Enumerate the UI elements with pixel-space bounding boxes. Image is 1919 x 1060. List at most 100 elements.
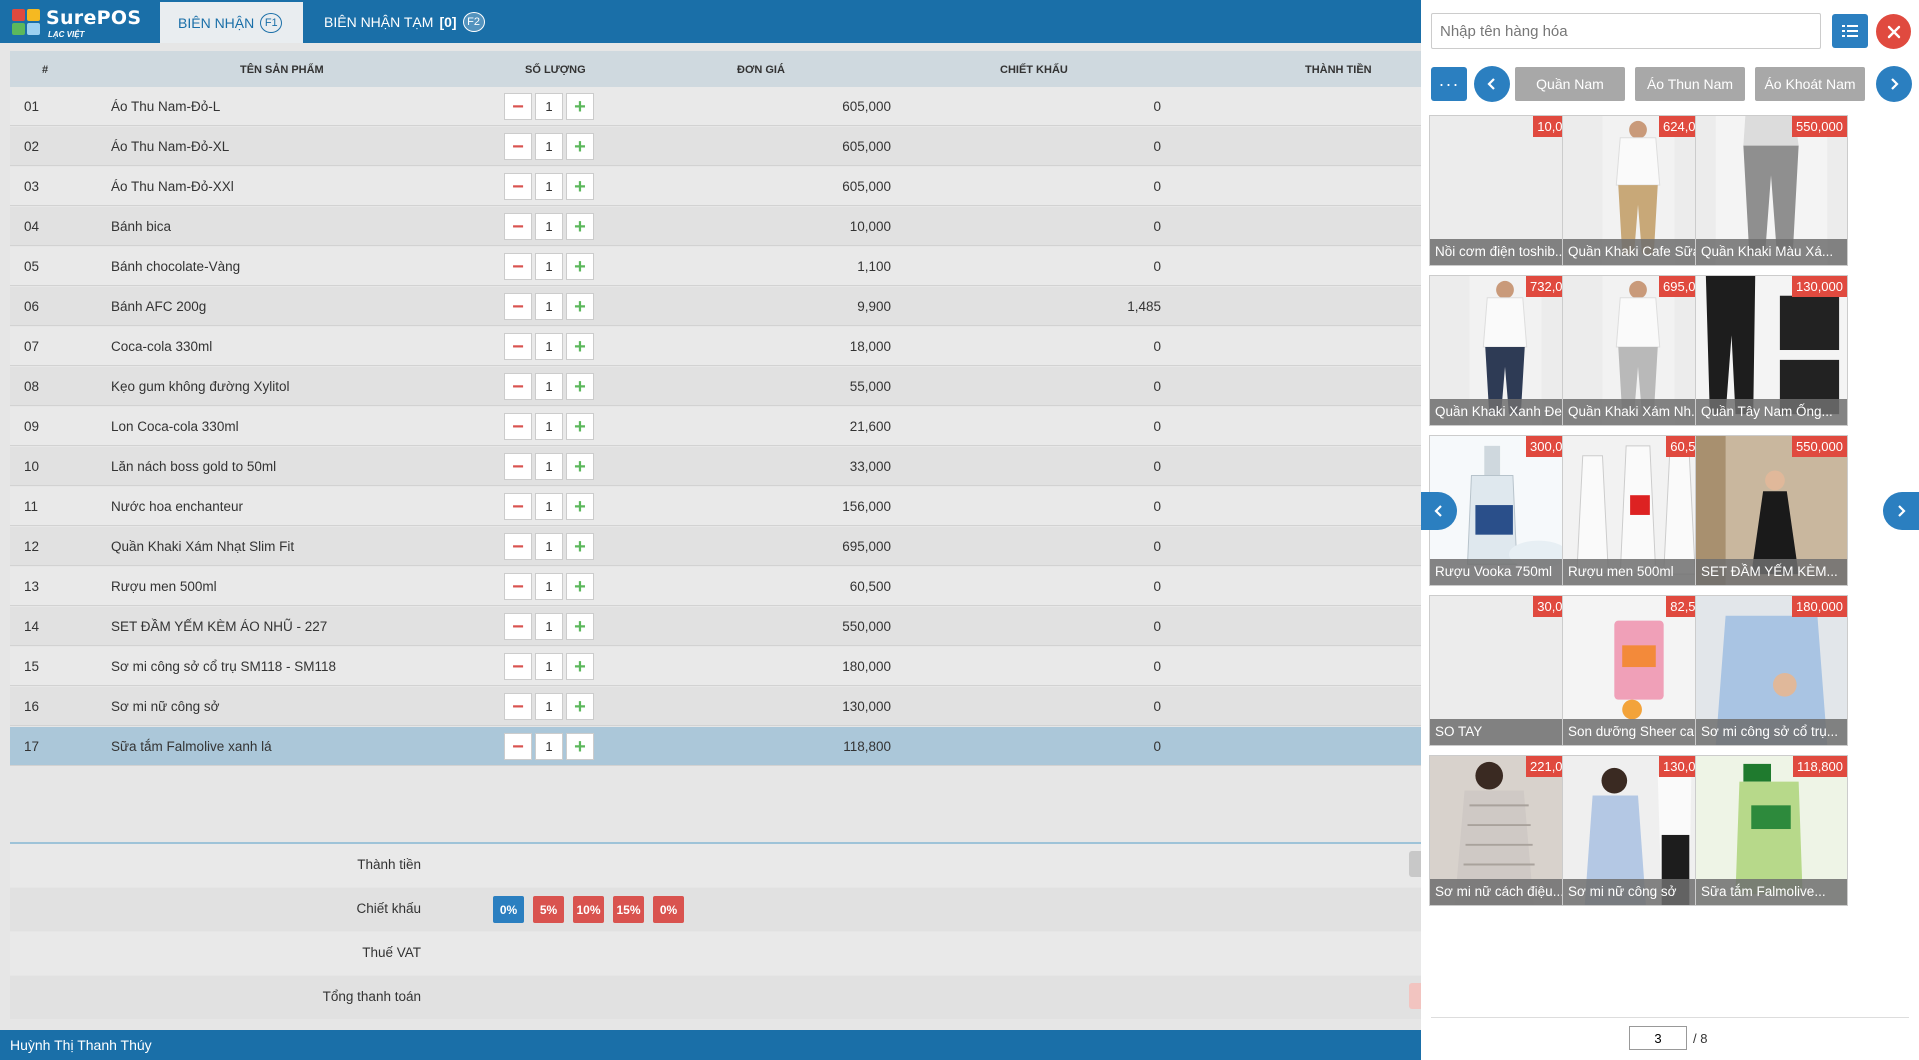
table-row[interactable]: 15 Sơ mi công sở cổ trụ SM118 - SM118−1 +1… (10, 647, 1421, 686)
more-categories-button[interactable]: ··· (1431, 67, 1467, 101)
category-ao-khoat-nam[interactable]: Áo Khoát Nam (1755, 67, 1865, 101)
increase-qty-button[interactable]: + (566, 493, 594, 520)
discount-option-button[interactable]: 5% (533, 896, 564, 923)
quantity-value[interactable]: 1 (535, 573, 563, 600)
increase-qty-button[interactable]: + (566, 693, 594, 720)
grid-next-page-button[interactable] (1883, 492, 1919, 530)
table-row[interactable]: 03 Áo Thu Nam-Đỏ-XXl −1 +605,000 0 (10, 167, 1421, 206)
product-tile[interactable]: 732,000 Quần Khaki Xanh Đe... (1429, 275, 1582, 426)
discount-option-button[interactable]: 0% (653, 896, 684, 923)
product-tile[interactable]: 10,000 Nồi cơm điện toshib... (1429, 115, 1582, 266)
product-tile[interactable]: 695,000 Quần Khaki Xám Nh... (1562, 275, 1715, 426)
table-row[interactable]: 10 Lăn nách boss gold to 50ml −1 +33,000 0 (10, 447, 1421, 486)
table-row[interactable]: 09 Lon Coca-cola 330ml −1 +21,600 0 (10, 407, 1421, 446)
increase-qty-button[interactable]: + (566, 133, 594, 160)
list-view-button[interactable] (1832, 14, 1868, 48)
increase-qty-button[interactable]: + (566, 653, 594, 680)
decrease-qty-button[interactable]: − (504, 693, 532, 720)
decrease-qty-button[interactable]: − (504, 733, 532, 760)
increase-qty-button[interactable]: + (566, 613, 594, 640)
increase-qty-button[interactable]: + (566, 213, 594, 240)
quantity-value[interactable]: 1 (535, 613, 563, 640)
tab-bien-nhan[interactable]: BIÊN NHẬN F1 (160, 2, 303, 43)
decrease-qty-button[interactable]: − (504, 333, 532, 360)
quantity-value[interactable]: 1 (535, 493, 563, 520)
quantity-value[interactable]: 1 (535, 253, 563, 280)
table-row[interactable]: 08 Kẹo gum không đường Xylitol −1 +55,000 0 (10, 367, 1421, 406)
decrease-qty-button[interactable]: − (504, 453, 532, 480)
product-search-input[interactable] (1431, 13, 1821, 49)
decrease-qty-button[interactable]: − (504, 373, 532, 400)
table-row[interactable]: 07 Coca-cola 330ml −1 +18,000 0 (10, 327, 1421, 366)
increase-qty-button[interactable]: + (566, 733, 594, 760)
close-panel-button[interactable] (1876, 14, 1911, 49)
category-next-button[interactable] (1876, 66, 1912, 102)
quantity-value[interactable]: 1 (535, 453, 563, 480)
quantity-value[interactable]: 1 (535, 733, 563, 760)
table-row[interactable]: 02 Áo Thu Nam-Đỏ-XL −1 +605,000 0 (10, 127, 1421, 166)
table-row[interactable]: 01 Áo Thu Nam-Đỏ-L −1 +605,000 0 (10, 87, 1421, 126)
quantity-value[interactable]: 1 (535, 693, 563, 720)
quantity-value[interactable]: 1 (535, 213, 563, 240)
discount-option-button[interactable]: 10% (573, 896, 604, 923)
quantity-value[interactable]: 1 (535, 653, 563, 680)
quantity-value[interactable]: 1 (535, 293, 563, 320)
table-row[interactable]: 05 Bánh chocolate-Vàng −1 +1,100 0 (10, 247, 1421, 286)
increase-qty-button[interactable]: + (566, 573, 594, 600)
product-tile[interactable]: 550,000 SET ĐẦM YẾM KÈM... (1695, 435, 1848, 586)
increase-qty-button[interactable]: + (566, 333, 594, 360)
category-ao-thun-nam[interactable]: Áo Thun Nam (1635, 67, 1745, 101)
product-tile[interactable]: 118,800 Sữa tắm Falmolive... (1695, 755, 1848, 906)
quantity-value[interactable]: 1 (535, 413, 563, 440)
decrease-qty-button[interactable]: − (504, 293, 532, 320)
increase-qty-button[interactable]: + (566, 533, 594, 560)
product-tile[interactable]: 30,000 SO TAY (1429, 595, 1582, 746)
table-row[interactable]: 11 Nước hoa enchanteur −1 +156,000 0 (10, 487, 1421, 526)
discount-option-button[interactable]: 15% (613, 896, 644, 923)
decrease-qty-button[interactable]: − (504, 213, 532, 240)
increase-qty-button[interactable]: + (566, 453, 594, 480)
product-tile[interactable]: 60,500 Rượu men 500ml (1562, 435, 1715, 586)
increase-qty-button[interactable]: + (566, 293, 594, 320)
table-row[interactable]: 16 Sơ mi nữ công sở −1 +130,000 0 (10, 687, 1421, 726)
decrease-qty-button[interactable]: − (504, 93, 532, 120)
increase-qty-button[interactable]: + (566, 253, 594, 280)
decrease-qty-button[interactable]: − (504, 173, 532, 200)
quantity-value[interactable]: 1 (535, 93, 563, 120)
table-row[interactable]: 06 Bánh AFC 200g −1 +9,900 1,485 (10, 287, 1421, 326)
product-tile[interactable]: 624,000 Quần Khaki Cafe Sữa... (1562, 115, 1715, 266)
decrease-qty-button[interactable]: − (504, 613, 532, 640)
decrease-qty-button[interactable]: − (504, 573, 532, 600)
product-tile[interactable]: 550,000 Quần Khaki Màu Xá... (1695, 115, 1848, 266)
quantity-value[interactable]: 1 (535, 533, 563, 560)
product-tile[interactable]: 180,000 Sơ mi công sở cổ trụ... (1695, 595, 1848, 746)
product-tile[interactable]: 82,500 Son dưỡng Sheer cam (1562, 595, 1715, 746)
increase-qty-button[interactable]: + (566, 373, 594, 400)
decrease-qty-button[interactable]: − (504, 653, 532, 680)
product-tile[interactable]: 221,000 Sơ mi nữ cách điệu... (1429, 755, 1582, 906)
decrease-qty-button[interactable]: − (504, 133, 532, 160)
table-row[interactable]: 14 SET ĐẦM YẾM KÈM ÁO NHŨ - 227−1 +550,000… (10, 607, 1421, 646)
quantity-value[interactable]: 1 (535, 333, 563, 360)
increase-qty-button[interactable]: + (566, 413, 594, 440)
table-row[interactable]: 04 Bánh bica −1 +10,000 0 (10, 207, 1421, 246)
table-row[interactable]: 12 Quần Khaki Xám Nhạt Slim Fit −1 +695,000… (10, 527, 1421, 566)
decrease-qty-button[interactable]: − (504, 413, 532, 440)
product-tile[interactable]: 130,000 Quần Tây Nam Ống... (1695, 275, 1848, 426)
increase-qty-button[interactable]: + (566, 173, 594, 200)
decrease-qty-button[interactable]: − (504, 493, 532, 520)
quantity-value[interactable]: 1 (535, 133, 563, 160)
increase-qty-button[interactable]: + (566, 93, 594, 120)
category-prev-button[interactable] (1474, 66, 1510, 102)
discount-option-button[interactable]: 0% (493, 896, 524, 923)
decrease-qty-button[interactable]: − (504, 533, 532, 560)
decrease-qty-button[interactable]: − (504, 253, 532, 280)
quantity-value[interactable]: 1 (535, 173, 563, 200)
product-tile[interactable]: 130,000 Sơ mi nữ công sở (1562, 755, 1715, 906)
quantity-value[interactable]: 1 (535, 373, 563, 400)
table-row[interactable]: 13 Rượu men 500ml −1 +60,500 0 (10, 567, 1421, 606)
category-quan-nam[interactable]: Quần Nam (1515, 67, 1625, 101)
table-row[interactable]: 17 Sữa tắm Falmolive xanh lá −1 +118,800 0 (10, 727, 1421, 766)
tab-bien-nhan-tam[interactable]: BIÊN NHẬN TẠM [0] F2 (306, 0, 503, 43)
page-number-input[interactable] (1629, 1026, 1687, 1050)
